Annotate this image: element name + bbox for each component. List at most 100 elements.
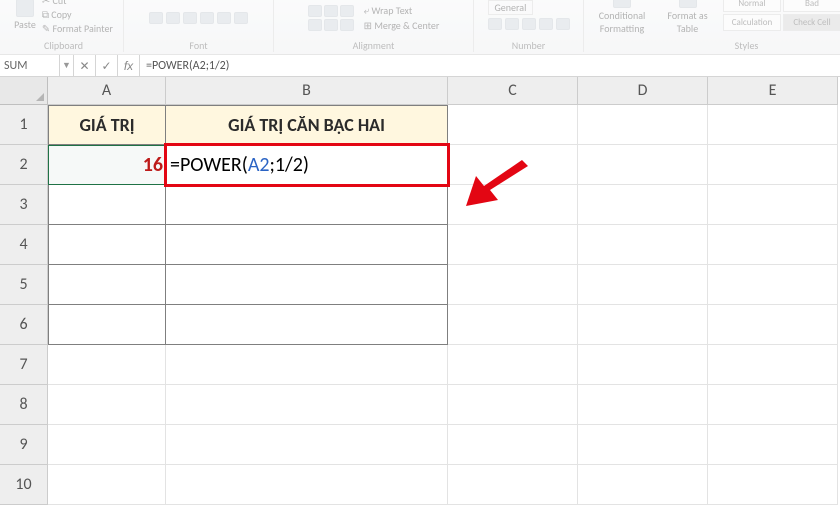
cell-e6[interactable]: [708, 305, 838, 345]
cell-c5[interactable]: [448, 265, 578, 305]
cell-b3[interactable]: [166, 185, 448, 225]
cell-c7[interactable]: [448, 345, 578, 385]
merge-center-button[interactable]: ⊞ Merge & Center: [364, 19, 440, 32]
col-header-e[interactable]: E: [708, 77, 838, 105]
row-header-9[interactable]: 9: [0, 425, 48, 465]
cell-d7[interactable]: [578, 345, 708, 385]
row-header-4[interactable]: 4: [0, 225, 48, 265]
align-right-icon[interactable]: [340, 19, 354, 31]
cell-b7[interactable]: [166, 345, 448, 385]
cell-e9[interactable]: [708, 425, 838, 465]
cell-e3[interactable]: [708, 185, 838, 225]
row-header-8[interactable]: 8: [0, 385, 48, 425]
col-header-d[interactable]: D: [578, 77, 708, 105]
col-header-b[interactable]: B: [166, 77, 448, 105]
cell-d9[interactable]: [578, 425, 708, 465]
fill-color-icon[interactable]: [217, 12, 231, 24]
cell-a7[interactable]: [48, 345, 166, 385]
insert-function-button[interactable]: fx: [118, 55, 140, 76]
style-checkcell[interactable]: Check Cell: [783, 14, 840, 31]
copy-button[interactable]: ⧉ Copy: [42, 8, 113, 21]
col-header-c[interactable]: C: [448, 77, 578, 105]
cell-e10[interactable]: [708, 465, 838, 505]
cell-b8[interactable]: [166, 385, 448, 425]
row-header-1[interactable]: 1: [0, 105, 48, 145]
cell-e7[interactable]: [708, 345, 838, 385]
cell-e5[interactable]: [708, 265, 838, 305]
cell-c8[interactable]: [448, 385, 578, 425]
cell-b10[interactable]: [166, 465, 448, 505]
italic-icon[interactable]: [166, 12, 180, 24]
format-as-table-button[interactable]: Format as Table: [660, 0, 715, 35]
cell-c2[interactable]: [448, 145, 578, 185]
font-color-icon[interactable]: [234, 12, 248, 24]
cell-a3[interactable]: [48, 185, 166, 225]
cell-d1[interactable]: [578, 105, 708, 145]
cell-e8[interactable]: [708, 385, 838, 425]
style-normal[interactable]: Normal: [723, 0, 781, 12]
wrap-text-button[interactable]: ⤶ Wrap Text: [364, 4, 440, 17]
align-center-icon[interactable]: [324, 19, 338, 31]
cell-a9[interactable]: [48, 425, 166, 465]
align-mid-icon[interactable]: [324, 5, 338, 17]
name-box-dropdown[interactable]: ▼: [60, 55, 74, 76]
cell-d8[interactable]: [578, 385, 708, 425]
cell-b4[interactable]: [166, 225, 448, 265]
cell-d4[interactable]: [578, 225, 708, 265]
cell-b9[interactable]: [166, 425, 448, 465]
formula-input[interactable]: =POWER(A2;1/2): [140, 55, 840, 76]
cell-a1[interactable]: GIÁ TRỊ: [48, 105, 166, 145]
dec-dec-icon[interactable]: [556, 18, 570, 30]
underline-icon[interactable]: [183, 12, 197, 24]
conditional-formatting-button[interactable]: Conditional Formatting: [592, 0, 652, 35]
paste-button[interactable]: Paste: [14, 0, 36, 31]
formula-cancel-button[interactable]: ✕: [74, 55, 96, 76]
cell-a5[interactable]: [48, 265, 166, 305]
border-icon[interactable]: [200, 12, 214, 24]
bold-icon[interactable]: [149, 12, 163, 24]
name-box[interactable]: SUM: [0, 55, 60, 76]
style-calculation[interactable]: Calculation: [723, 14, 781, 31]
row-header-10[interactable]: 10: [0, 465, 48, 505]
number-format-dropdown[interactable]: General: [488, 0, 534, 15]
align-left-icon[interactable]: [308, 19, 322, 31]
cell-c6[interactable]: [448, 305, 578, 345]
cell-c9[interactable]: [448, 425, 578, 465]
cut-button[interactable]: ✂ Cut: [42, 0, 113, 7]
select-all-corner[interactable]: [0, 77, 48, 105]
cell-d5[interactable]: [578, 265, 708, 305]
format-painter-button[interactable]: ✎ Format Painter: [42, 22, 113, 35]
cell-d10[interactable]: [578, 465, 708, 505]
cell-b5[interactable]: [166, 265, 448, 305]
dec-inc-icon[interactable]: [539, 18, 553, 30]
cell-e2[interactable]: [708, 145, 838, 185]
cell-styles-gallery[interactable]: Normal Bad Good Calculation Check Cell E…: [723, 0, 840, 31]
cell-d6[interactable]: [578, 305, 708, 345]
percent-icon[interactable]: [505, 18, 519, 30]
worksheet-grid[interactable]: A B C D E 1 GIÁ TRỊ GIÁ TRỊ CĂN BẬC HAI …: [0, 77, 840, 505]
cell-d3[interactable]: [578, 185, 708, 225]
cell-c3[interactable]: [448, 185, 578, 225]
style-bad[interactable]: Bad: [783, 0, 840, 12]
comma-icon[interactable]: [522, 18, 536, 30]
cell-c10[interactable]: [448, 465, 578, 505]
cell-e1[interactable]: [708, 105, 838, 145]
currency-icon[interactable]: [488, 18, 502, 30]
cell-a4[interactable]: [48, 225, 166, 265]
row-header-7[interactable]: 7: [0, 345, 48, 385]
cell-a10[interactable]: [48, 465, 166, 505]
row-header-6[interactable]: 6: [0, 305, 48, 345]
row-header-5[interactable]: 5: [0, 265, 48, 305]
align-top-icon[interactable]: [308, 5, 322, 17]
formula-enter-button[interactable]: ✓: [96, 55, 118, 76]
cell-c1[interactable]: [448, 105, 578, 145]
cell-c4[interactable]: [448, 225, 578, 265]
cell-b6[interactable]: [166, 305, 448, 345]
row-header-2[interactable]: 2: [0, 145, 48, 185]
cell-e4[interactable]: [708, 225, 838, 265]
align-bot-icon[interactable]: [340, 5, 354, 17]
cell-b2[interactable]: =POWER(A2;1/2): [166, 145, 448, 185]
row-header-3[interactable]: 3: [0, 185, 48, 225]
cell-a6[interactable]: [48, 305, 166, 345]
cell-a2[interactable]: 16: [48, 145, 166, 185]
